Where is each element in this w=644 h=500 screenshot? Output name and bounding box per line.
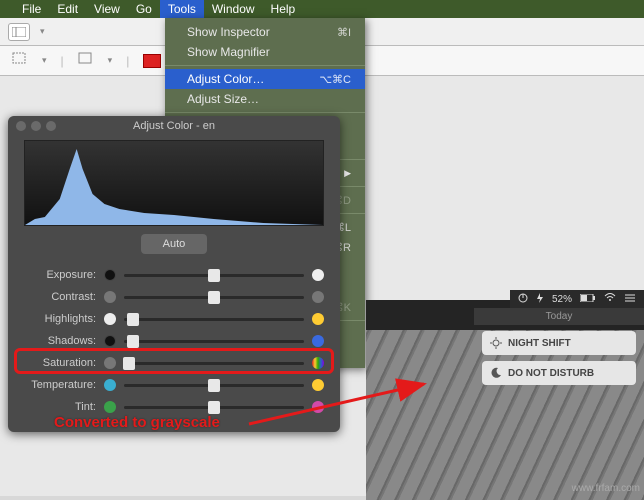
slider-highlights[interactable]: Highlights:	[24, 308, 324, 330]
teal-dot-icon	[104, 379, 116, 391]
fill-color-swatch[interactable]	[143, 54, 161, 68]
menubar-item-file[interactable]: File	[14, 0, 49, 18]
slider-label-exposure: Exposure:	[24, 269, 96, 281]
watermark: www.frfam.com	[572, 483, 640, 494]
slider-label-temperature: Temperature:	[24, 379, 96, 391]
menu-item-adjust-color[interactable]: Adjust Color…⌥⌘C	[165, 69, 365, 89]
auto-levels-button[interactable]: Auto	[141, 234, 208, 254]
slider-thumb-temperature[interactable]	[208, 379, 220, 392]
adjust-color-panel: Adjust Color - en Auto Exposure: Contrast…	[8, 116, 340, 432]
menubar-item-help[interactable]: Help	[263, 0, 304, 18]
blue-dot-icon	[312, 335, 324, 347]
menubar-item-window[interactable]: Window	[204, 0, 263, 18]
annotation-highlight-box	[14, 348, 334, 374]
white-dot-icon	[104, 313, 116, 325]
notification-center-icon[interactable]	[624, 293, 636, 306]
menubar: FileEditViewGoToolsWindowHelp	[0, 0, 644, 18]
menubar-item-view[interactable]: View	[86, 0, 128, 18]
gray-dot-icon	[104, 291, 116, 303]
menubar-item-tools[interactable]: Tools	[160, 0, 204, 18]
slider-thumb-contrast[interactable]	[208, 291, 220, 304]
battery-percent: 52%	[552, 294, 572, 305]
slider-label-highlights: Highlights:	[24, 313, 96, 325]
annotation-label: Converted to grayscale	[54, 414, 220, 431]
battery-icon	[580, 294, 596, 305]
slider-label-contrast: Contrast:	[24, 291, 96, 303]
sidebar-toggle-button[interactable]	[8, 23, 30, 41]
moon-icon	[490, 367, 502, 379]
gray-dot-icon	[312, 291, 324, 303]
slider-temperature[interactable]: Temperature:	[24, 374, 324, 396]
slider-thumb-exposure[interactable]	[208, 269, 220, 282]
menubar-item-edit[interactable]: Edit	[49, 0, 86, 18]
menubar-item-go[interactable]: Go	[128, 0, 160, 18]
white-dot-icon	[312, 269, 324, 281]
toggle-night-shift[interactable]: NIGHT SHIFT	[482, 331, 636, 355]
sun-icon	[490, 337, 502, 349]
histogram	[24, 140, 324, 226]
window-traffic-lights[interactable]	[16, 121, 56, 131]
slider-label-tint: Tint:	[24, 401, 96, 413]
chevron-down-icon[interactable]: ▾	[40, 26, 45, 37]
power-icon	[518, 293, 528, 306]
notification-center: Today NIGHT SHIFT DO NOT DISTURB	[474, 308, 644, 391]
panel-title: Adjust Color - en	[8, 116, 340, 136]
black-dot-icon	[104, 335, 116, 347]
wifi-icon	[604, 293, 616, 305]
selection-tool-icon[interactable]	[12, 52, 28, 69]
slider-label-shadows: Shadows:	[24, 335, 96, 347]
menu-item-adjust-size[interactable]: Adjust Size…	[165, 89, 365, 109]
yellow-dot-icon	[312, 379, 324, 391]
shape-tool-icon[interactable]	[78, 52, 94, 69]
slider-exposure[interactable]: Exposure:	[24, 264, 324, 286]
menu-item-show-inspector[interactable]: Show Inspector⌘I	[165, 22, 365, 42]
chevron-down-icon[interactable]: ▾	[42, 55, 47, 66]
bolt-icon	[536, 293, 544, 306]
magenta-dot-icon	[312, 401, 324, 413]
slider-thumb-highlights[interactable]	[127, 313, 139, 326]
slider-thumb-shadows[interactable]	[127, 335, 139, 348]
notification-center-tab[interactable]: Today	[474, 308, 644, 325]
chevron-down-icon[interactable]: ▾	[108, 55, 113, 66]
menu-item-show-magnifier[interactable]: Show Magnifier	[165, 42, 365, 62]
black-dot-icon	[104, 269, 116, 281]
menubar-status: 52%	[510, 290, 644, 308]
toggle-dnd[interactable]: DO NOT DISTURB	[482, 361, 636, 385]
yellow-dot-icon	[312, 313, 324, 325]
slider-thumb-tint[interactable]	[208, 401, 220, 414]
slider-contrast[interactable]: Contrast:	[24, 286, 324, 308]
green-dot-icon	[104, 401, 116, 413]
